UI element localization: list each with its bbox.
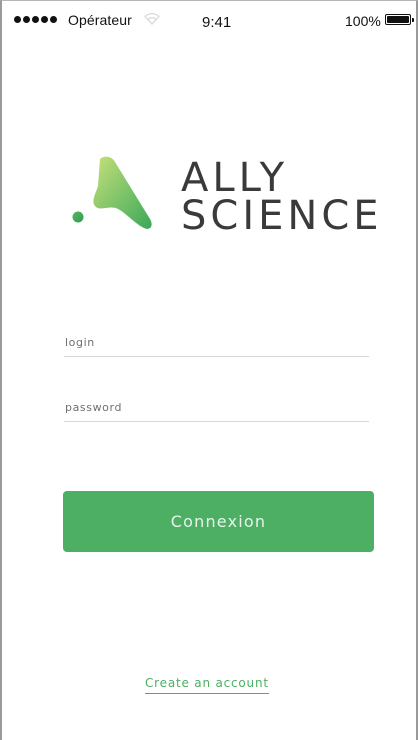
- status-time: 9:41: [202, 14, 232, 31]
- create-account-link[interactable]: Create an account: [145, 676, 269, 694]
- carrier-name: Opérateur: [68, 12, 132, 28]
- signal-dots-icon: [14, 16, 57, 23]
- ally-science-logo-mark-icon: [72, 156, 152, 229]
- battery-level-fill: [387, 16, 409, 23]
- password-input[interactable]: [64, 398, 369, 422]
- logo-wordmark: ALLY SCIENCE: [181, 155, 383, 239]
- logo-text-ally: ALLY: [181, 155, 289, 201]
- wifi-icon: [144, 13, 160, 25]
- status-bar: Opérateur 9:41 100%: [2, 1, 416, 37]
- battery-icon: [385, 14, 414, 25]
- logo-text-science: SCIENCE: [181, 193, 383, 239]
- battery-percent: 100%: [345, 13, 381, 29]
- app-logo: ALLY SCIENCE: [68, 153, 388, 243]
- login-input[interactable]: [64, 333, 369, 357]
- connexion-button[interactable]: Connexion: [63, 491, 374, 552]
- login-screen: Opérateur 9:41 100% ALLY SCIENCE login C…: [0, 0, 418, 740]
